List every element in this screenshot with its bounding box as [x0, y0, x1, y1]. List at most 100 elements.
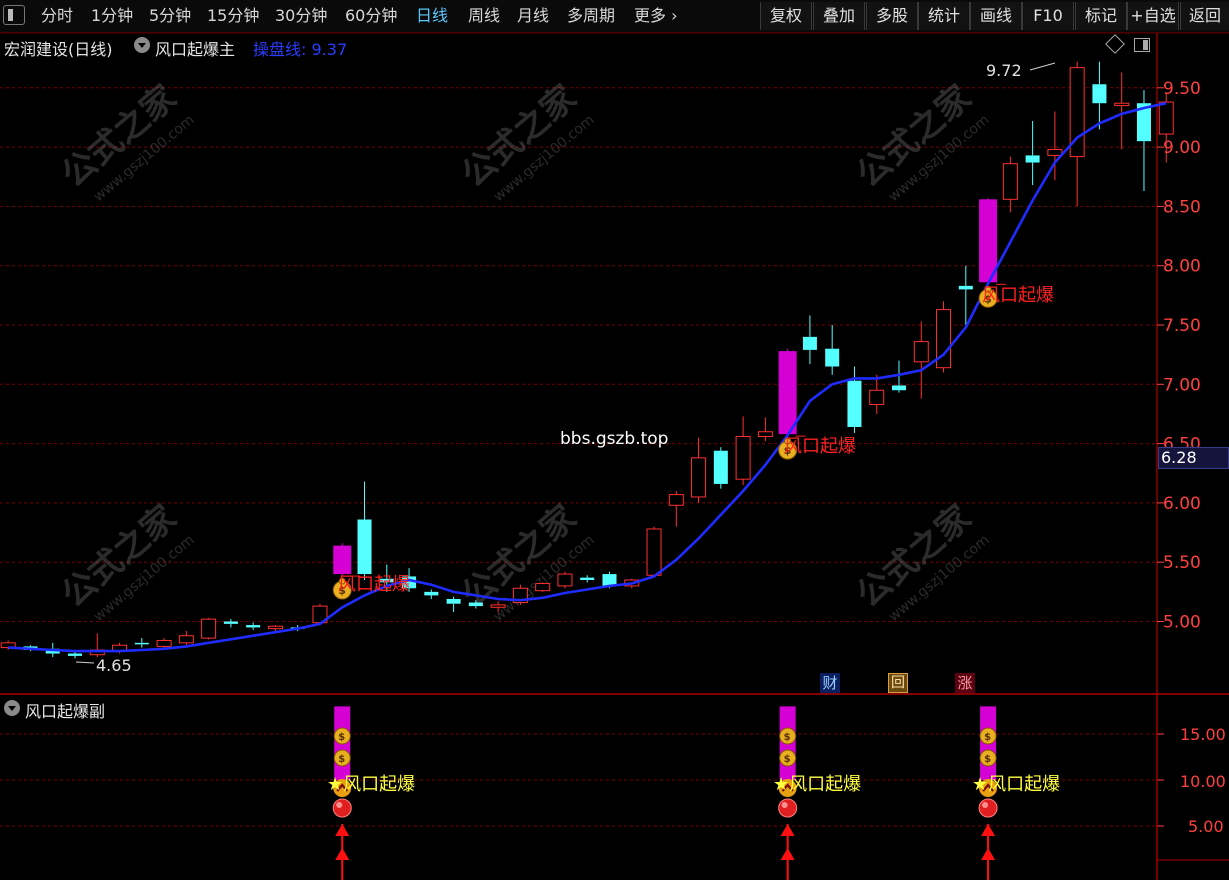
sub-signal-label-2: ★风口起爆 — [773, 774, 862, 795]
candle-body — [468, 602, 483, 607]
watermark: 公式之家www.gszj100.com — [54, 497, 197, 625]
price-axis-label: 8.00 — [1163, 257, 1201, 277]
main-indicator-name[interactable]: 风口起爆主 — [155, 36, 235, 60]
price-axis-label: 5.00 — [1163, 613, 1201, 633]
candle-body — [535, 583, 551, 592]
candle-body — [557, 573, 573, 587]
ma-line-label: 操盘线: 9.37 — [253, 40, 348, 59]
candle-body — [691, 457, 707, 498]
candle-body — [357, 519, 372, 575]
sub-signal-label-3: ★风口起爆 — [972, 774, 1061, 795]
long-signal-shine — [336, 802, 343, 808]
sub-axis-tick-10: 10.00 — [1180, 772, 1226, 791]
candle-body — [490, 604, 506, 608]
current-price-tag: 6.28 — [1158, 447, 1229, 469]
money-bag-symbol: $ — [784, 732, 791, 743]
price-axis-label: 7.00 — [1163, 375, 1201, 395]
candle-body — [424, 591, 439, 596]
candle-body — [134, 642, 149, 645]
review-badge[interactable]: 回 — [888, 673, 908, 693]
ma-line-value: 9.37 — [311, 40, 348, 59]
candle-body — [847, 380, 862, 427]
candle-body — [757, 431, 773, 437]
candle-body — [223, 621, 238, 624]
low-price-marker: 4.65 — [96, 656, 132, 675]
price-axis-label: 9.50 — [1163, 79, 1201, 99]
money-bag-symbol: $ — [984, 754, 991, 765]
long-signal-icon — [978, 798, 998, 818]
candle-body — [825, 348, 840, 367]
watermark: 公式之家www.gszj100.com — [454, 497, 597, 625]
long-signal-shine — [982, 802, 989, 808]
watermark: 公式之家www.gszj100.com — [54, 77, 197, 205]
candle-body — [446, 598, 461, 604]
sub-axis-tick-15: 15.00 — [1180, 725, 1226, 744]
candle-body — [646, 528, 662, 576]
watermark: 公式之家www.gszj100.com — [849, 497, 992, 625]
price-axis-label: 7.50 — [1163, 316, 1201, 336]
candle-body — [869, 389, 885, 405]
sub-indicator-name[interactable]: 风口起爆副 — [25, 698, 105, 722]
candle-body — [735, 435, 751, 480]
sub-signal-text-3: 风口起爆 — [988, 774, 1061, 795]
candle-body — [201, 618, 217, 639]
price-axis-label: 9.00 — [1163, 138, 1201, 158]
money-bag-icon: $ — [333, 749, 351, 767]
high-price-marker: 9.72 — [986, 61, 1022, 80]
money-bag-icon: $ — [979, 727, 997, 745]
candle-body — [713, 450, 728, 484]
candle-body — [1025, 155, 1040, 163]
long-signal-icon — [778, 798, 798, 818]
signal-label-1: 风口起爆 — [338, 574, 410, 595]
indicator-dropdown-icon[interactable] — [134, 37, 150, 53]
stock-title: 宏润建设(日线) — [4, 40, 113, 59]
price-axis-label: 5.50 — [1163, 553, 1201, 573]
price-axis-label: 6.00 — [1163, 494, 1201, 514]
ma-line-name: 操盘线 — [253, 40, 302, 59]
candle-body — [1114, 102, 1130, 107]
ma-line — [8, 101, 1167, 653]
sub-signal-text-1: 风口起爆 — [343, 774, 416, 795]
candle-body — [246, 625, 261, 628]
sub-axis-tick-5: 5.00 — [1188, 817, 1224, 836]
candle-body — [1002, 163, 1018, 200]
candle-body — [580, 577, 595, 580]
long-signal-ball — [978, 798, 998, 818]
candle-body — [68, 653, 83, 656]
candle-body — [668, 494, 684, 506]
candle-body — [267, 625, 283, 630]
long-signal-ball — [778, 798, 798, 818]
sub-signal-label-1: ★风口起爆 — [327, 774, 416, 795]
signal-label-2: 风口起爆 — [784, 436, 856, 457]
site-watermark: bbs.gszb.top — [560, 429, 669, 449]
candle-body — [913, 341, 929, 363]
candle-body — [802, 336, 817, 350]
watermark: 公式之家www.gszj100.com — [454, 77, 597, 205]
sub-indicator-dropdown-icon[interactable] — [4, 700, 20, 716]
candle-body — [892, 385, 906, 391]
money-bag-icon: $ — [779, 749, 797, 767]
candle-body — [156, 639, 172, 647]
layout-icon[interactable] — [1134, 38, 1150, 52]
money-bag-symbol: $ — [338, 754, 345, 765]
candle-body — [178, 635, 194, 644]
money-bag-icon: $ — [333, 727, 351, 745]
money-bag-symbol: $ — [784, 754, 791, 765]
candle-body — [1092, 84, 1107, 104]
long-signal-shine — [781, 802, 788, 808]
finance-badge[interactable]: 财 — [820, 673, 840, 693]
sub-signal-text-2: 风口起爆 — [789, 774, 862, 795]
money-bag-icon: $ — [779, 727, 797, 745]
watermark: 公式之家www.gszj100.com — [849, 77, 992, 205]
price-axis-label: 8.50 — [1163, 197, 1201, 217]
money-bag-symbol: $ — [338, 732, 345, 743]
candle-body — [1047, 148, 1063, 156]
candle-body — [778, 351, 797, 435]
money-bag-symbol: $ — [984, 732, 991, 743]
high-marker-arrow — [1029, 62, 1056, 71]
candle-body — [1158, 101, 1174, 135]
limit-up-badge[interactable]: 涨 — [955, 673, 975, 693]
long-signal-icon — [332, 798, 352, 818]
candle-body — [958, 285, 973, 290]
low-marker-arrow — [75, 661, 95, 664]
